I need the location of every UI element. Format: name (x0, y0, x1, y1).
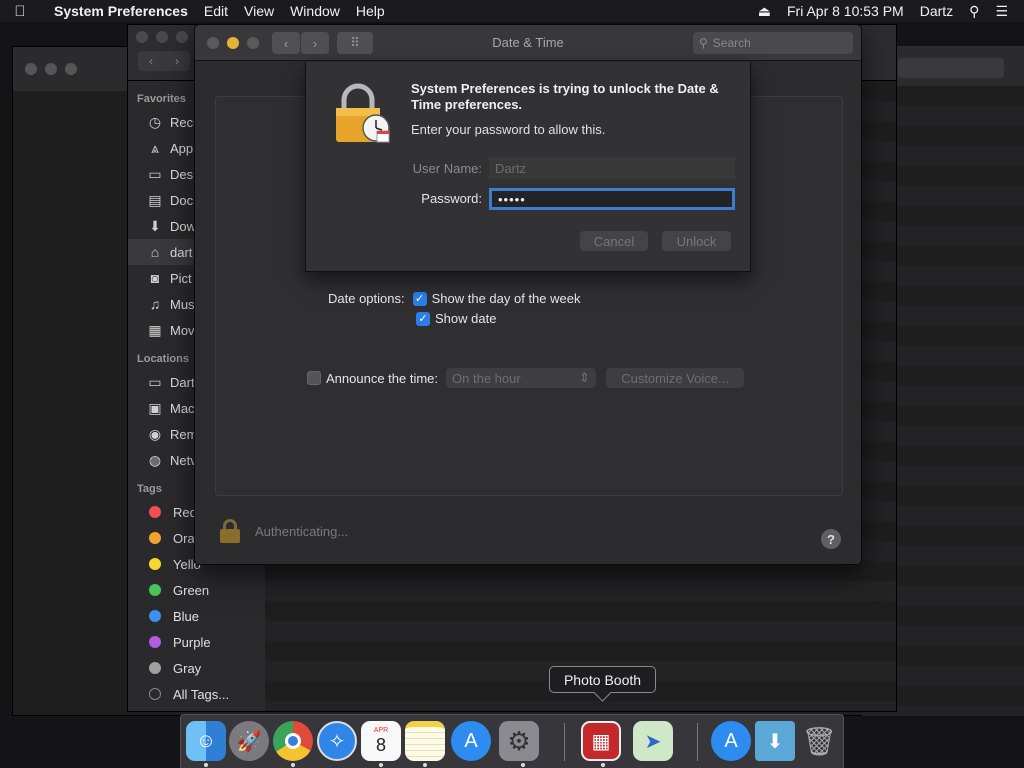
app-store-folder-icon[interactable]: A (711, 721, 751, 761)
dialog-subtext: Enter your password to allow this. (411, 122, 606, 137)
customize-voice-button[interactable]: Customize Voice... (606, 368, 745, 388)
network-icon: ◍ (148, 451, 162, 468)
menu-help[interactable]: Help (348, 3, 393, 19)
launchpad-icon[interactable]: 🚀 (229, 721, 269, 761)
spotlight-search-icon[interactable]: ⚲ (961, 3, 987, 20)
red-tag-icon (149, 506, 161, 518)
chrome-icon[interactable] (273, 721, 313, 761)
computer-icon: ▭ (148, 373, 162, 390)
authenticating-status: Authenticating... (255, 523, 349, 539)
show-day-of-week-label: Show the day of the week (431, 291, 581, 306)
document-icon: ▤ (148, 191, 162, 208)
show-date-label: Show date (435, 311, 497, 326)
search-icon: ⚲ (699, 36, 708, 50)
search-placeholder: Search (712, 36, 751, 50)
background-search-field[interactable] (898, 58, 1004, 78)
maps-icon[interactable]: ➤ (633, 721, 673, 761)
camera-icon: ◙ (150, 270, 160, 286)
finder-close-button[interactable] (136, 31, 148, 43)
menubar-clock[interactable]: Fri Apr 8 10:53 PM (779, 3, 912, 19)
safari-icon[interactable]: ✧ (317, 721, 357, 761)
purple-tag-icon (149, 636, 161, 648)
menubar-user[interactable]: Dartz (912, 3, 961, 19)
username-label: User Name: (412, 161, 482, 176)
window-minimize-button[interactable] (45, 63, 57, 75)
finder-icon[interactable]: ☺ (186, 721, 226, 761)
unlock-button[interactable]: Unlock (662, 231, 731, 251)
authentication-dialog: System Preferences is trying to unlock t… (305, 62, 751, 272)
eject-icon[interactable]: ⏏ (750, 3, 779, 20)
forward-icon[interactable]: › (175, 54, 179, 68)
window-zoom-button[interactable] (65, 63, 77, 75)
all-tags-icon (149, 688, 161, 700)
menu-bar:  System Preferences Edit View Window He… (0, 0, 1024, 22)
gray-tag-icon (149, 662, 161, 674)
search-field[interactable]: ⚲ Search (693, 32, 853, 54)
menu-app-name[interactable]: System Preferences (40, 3, 196, 19)
menu-view[interactable]: View (236, 3, 282, 19)
menu-window[interactable]: Window (282, 3, 348, 19)
finder-nav-buttons[interactable]: ‹ › (138, 51, 190, 71)
finder-zoom-button[interactable] (176, 31, 188, 43)
notes-icon[interactable] (405, 721, 445, 761)
disc-icon: ◉ (148, 425, 162, 442)
disk-icon: ▣ (148, 399, 162, 416)
green-tag-icon (149, 584, 161, 596)
sidebar-tag-green[interactable]: Green (128, 577, 265, 603)
applications-icon: ⩓ (151, 139, 159, 156)
announce-time-label: Announce the time: (326, 370, 439, 386)
clock-icon: ◷ (148, 113, 162, 130)
orange-tag-icon (149, 532, 161, 544)
music-icon: ♫ (149, 296, 161, 312)
lock-icon[interactable] (219, 519, 241, 543)
dock: ☺ 🚀 ✧ APR 8 A ⚙ ▦ ➤ A ⬇ 🗑 (180, 714, 844, 768)
help-button[interactable]: ? (821, 529, 841, 549)
show-day-of-week-checkbox[interactable]: ✓ (412, 291, 427, 306)
desktop-icon: ▭ (148, 165, 162, 182)
date-options-label: Date options: (328, 291, 405, 306)
announce-interval-popup[interactable]: On the hour ⇕ (446, 368, 597, 388)
lock-clock-icon (334, 82, 392, 144)
updown-chevron-icon: ⇕ (579, 370, 591, 385)
finder-minimize-button[interactable] (156, 31, 168, 43)
dialog-heading: System Preferences is trying to unlock t… (411, 81, 719, 112)
sidebar-tag-purple[interactable]: Purple (128, 629, 265, 655)
sidebar-tag-blue[interactable]: Blue (128, 603, 265, 629)
menu-edit[interactable]: Edit (196, 3, 236, 19)
photo-booth-icon[interactable]: ▦ (581, 721, 621, 761)
downloads-folder-icon[interactable]: ⬇ (755, 721, 795, 761)
sidebar-all-tags[interactable]: All Tags... (128, 681, 265, 707)
dock-tooltip: Photo Booth (549, 666, 656, 693)
system-preferences-icon[interactable]: ⚙ (499, 721, 539, 761)
sidebar-tag-gray[interactable]: Gray (128, 655, 265, 681)
download-icon: ⬇ (149, 217, 161, 234)
show-date-checkbox[interactable]: ✓ (416, 311, 430, 326)
cancel-button[interactable]: Cancel (580, 231, 648, 251)
password-label: Password: (421, 191, 482, 206)
yellow-tag-icon (149, 558, 161, 570)
calendar-icon[interactable]: APR 8 (361, 721, 401, 761)
apple-menu-icon[interactable]:  (0, 3, 40, 20)
trash-icon[interactable]: 🗑 (799, 721, 839, 761)
blue-tag-icon (149, 610, 161, 622)
back-icon[interactable]: ‹ (149, 54, 153, 68)
announce-time-checkbox[interactable] (307, 371, 321, 385)
username-field[interactable]: Dartz (489, 157, 735, 179)
film-icon: ▦ (148, 321, 162, 338)
app-store-icon[interactable]: A (451, 721, 491, 761)
home-icon: ⌂ (150, 244, 160, 260)
password-field[interactable]: ••••• (489, 188, 735, 210)
notification-center-icon[interactable]: ☰ (987, 3, 1016, 20)
window-close-button[interactable] (25, 63, 37, 75)
